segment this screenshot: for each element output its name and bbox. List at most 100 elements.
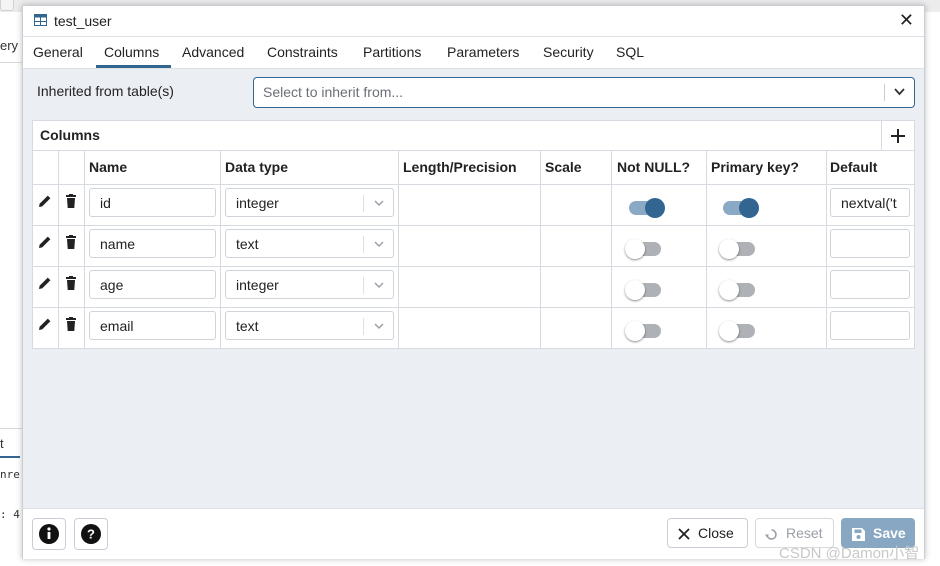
dialog-title-bar[interactable]: test_user ✕: [23, 6, 924, 37]
tab-constraints[interactable]: Constraints: [267, 44, 338, 60]
toggle-knob: [719, 321, 739, 341]
chevron-down-icon[interactable]: [373, 197, 385, 209]
toggle-knob: [625, 280, 645, 300]
close-icon[interactable]: ✕: [899, 11, 914, 29]
inherit-select[interactable]: Select to inherit from...: [253, 77, 915, 108]
column-header-name: Name: [89, 159, 128, 175]
save-button-label: Save: [873, 525, 906, 541]
column-name-input[interactable]: name: [89, 229, 216, 258]
edit-icon[interactable]: [37, 234, 53, 250]
trash-icon[interactable]: [63, 275, 79, 291]
edit-icon[interactable]: [37, 316, 53, 332]
column-name-value: email: [100, 318, 134, 334]
toggle-knob: [645, 198, 665, 218]
background-output-line: nre: [0, 468, 20, 481]
primary-key-toggle[interactable]: [719, 280, 755, 300]
tab-bar: General Columns Advanced Constraints Par…: [23, 37, 924, 69]
grid-line: [33, 225, 914, 226]
tab-parameters[interactable]: Parameters: [447, 44, 519, 60]
grid-line: [33, 266, 914, 267]
default-value-input[interactable]: [830, 270, 910, 299]
background-divider: [0, 62, 22, 63]
column-header-data-type: Data type: [225, 159, 289, 175]
trash-icon[interactable]: [63, 193, 79, 209]
toggle-knob: [719, 239, 739, 259]
background-output-line: : 4: [0, 508, 20, 521]
not-null-toggle[interactable]: [625, 321, 661, 341]
add-column-button[interactable]: [881, 121, 914, 150]
svg-text:?: ?: [87, 527, 95, 542]
primary-key-toggle[interactable]: [719, 321, 755, 341]
trash-icon[interactable]: [63, 234, 79, 250]
column-name-input[interactable]: age: [89, 270, 216, 299]
close-button[interactable]: Close: [667, 518, 748, 548]
not-null-toggle[interactable]: [625, 280, 661, 300]
inherit-placeholder: Select to inherit from...: [263, 84, 404, 100]
data-type-select[interactable]: text: [225, 229, 394, 258]
column-name-input[interactable]: email: [89, 311, 216, 340]
column-name-value: name: [100, 236, 136, 252]
data-type-value: integer: [236, 195, 279, 211]
column-header-length-precision: Length/Precision: [403, 159, 517, 175]
primary-key-toggle[interactable]: [719, 239, 755, 259]
data-type-select[interactable]: integer: [225, 188, 394, 217]
grid-line: [826, 151, 827, 348]
default-value: nextval('t: [841, 195, 897, 211]
edit-icon[interactable]: [37, 275, 53, 291]
not-null-toggle[interactable]: [625, 239, 661, 259]
background-output-tab-fragment: t: [0, 436, 4, 451]
tab-sql[interactable]: SQL: [616, 44, 644, 60]
help-button[interactable]: ?: [74, 518, 108, 550]
background-toolbar-button: [0, 0, 14, 11]
background-divider: [0, 428, 22, 429]
data-type-value: text: [236, 318, 259, 334]
tab-advanced[interactable]: Advanced: [182, 44, 244, 60]
select-separator: [363, 277, 364, 294]
chevron-down-icon[interactable]: [893, 85, 906, 98]
reset-icon: [765, 529, 777, 540]
active-tab-indicator: [96, 65, 171, 68]
grid-line: [58, 151, 59, 348]
primary-key-toggle[interactable]: [723, 198, 759, 218]
data-type-value: integer: [236, 277, 279, 293]
grid-line: [84, 151, 85, 348]
chevron-down-icon[interactable]: [373, 279, 385, 291]
column-header-not-null: Not NULL?: [617, 159, 691, 175]
grid-line: [33, 184, 914, 185]
columns-grid-header: Columns: [33, 121, 914, 151]
close-icon: [678, 528, 690, 540]
data-type-select[interactable]: integer: [225, 270, 394, 299]
default-value-input[interactable]: [830, 311, 910, 340]
reset-button-label: Reset: [786, 525, 823, 541]
not-null-toggle[interactable]: [629, 198, 665, 218]
watermark: CSDN @Damon小智: [779, 545, 920, 562]
default-value-input[interactable]: [830, 229, 910, 258]
columns-grid-title: Columns: [40, 127, 100, 143]
save-icon: [852, 528, 865, 541]
close-button-label: Close: [698, 525, 734, 541]
column-name-value: id: [100, 195, 111, 211]
column-name-input[interactable]: id: [89, 188, 216, 217]
tab-security[interactable]: Security: [543, 44, 594, 60]
info-icon: [39, 524, 59, 544]
column-header-primary-key: Primary key?: [711, 159, 799, 175]
tab-columns[interactable]: Columns: [104, 44, 159, 60]
toggle-knob: [739, 198, 759, 218]
background-query-tab-fragment: ery: [0, 38, 19, 53]
trash-icon[interactable]: [63, 316, 79, 332]
info-button[interactable]: [32, 518, 66, 550]
chevron-down-icon[interactable]: [373, 238, 385, 250]
tab-partitions[interactable]: Partitions: [363, 44, 421, 60]
chevron-down-icon[interactable]: [373, 320, 385, 332]
data-type-select[interactable]: text: [225, 311, 394, 340]
edit-icon[interactable]: [37, 193, 53, 209]
table-properties-dialog: test_user ✕ General Columns Advanced Con…: [22, 5, 925, 559]
toggle-knob: [719, 280, 739, 300]
columns-grid: Columns Name Data type Length/Precision …: [32, 120, 915, 349]
tab-general[interactable]: General: [33, 44, 83, 60]
grid-line: [398, 151, 399, 348]
toggle-knob: [625, 239, 645, 259]
default-value-input[interactable]: nextval('t: [830, 188, 910, 217]
background-active-tab-underline: [0, 456, 20, 458]
table-icon: [34, 14, 47, 26]
